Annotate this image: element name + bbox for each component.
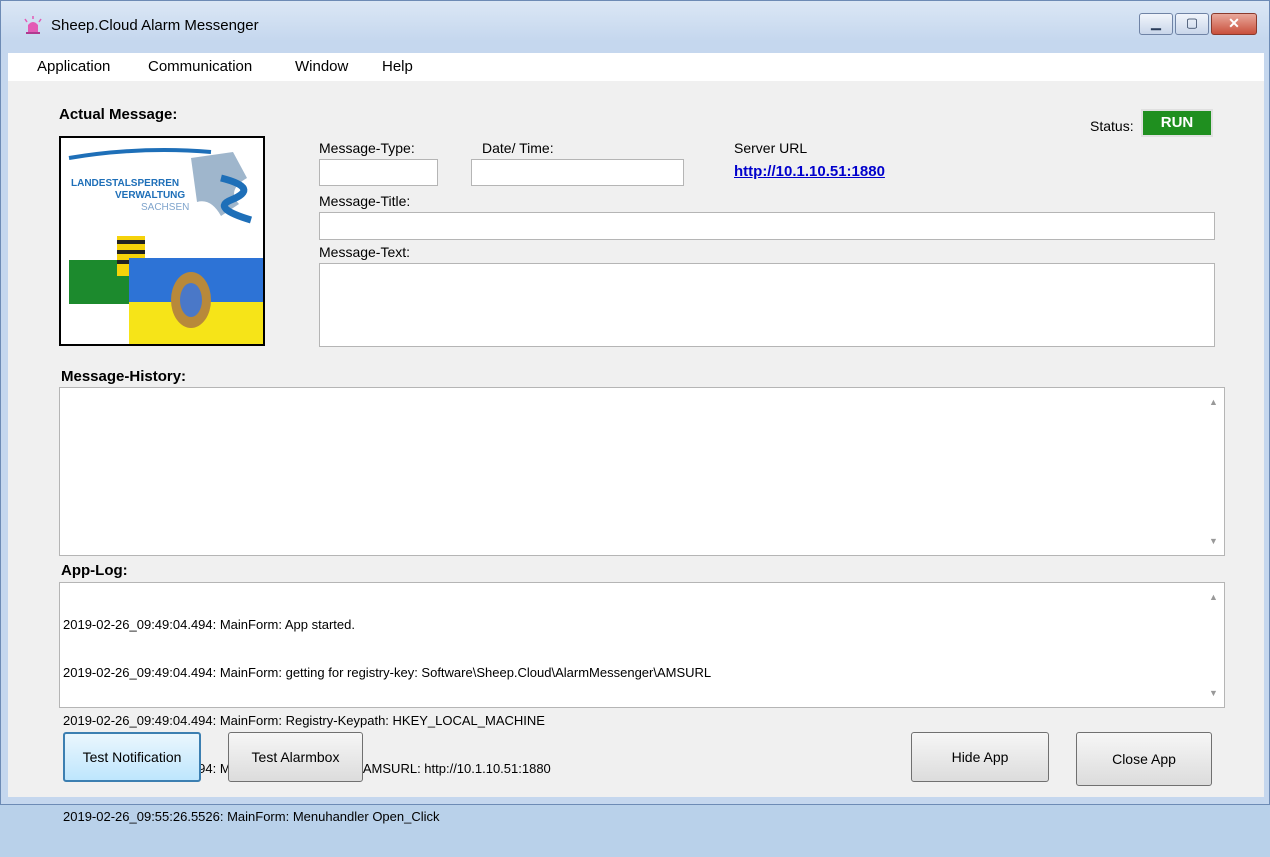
app-window: Sheep.Cloud Alarm Messenger ▁ ▢ ✕ Applic…: [0, 0, 1270, 824]
window-title: Sheep.Cloud Alarm Messenger: [51, 17, 259, 34]
menu-application[interactable]: Application: [37, 58, 110, 75]
close-app-button[interactable]: Close App: [1076, 732, 1212, 786]
logo-text-line2: VERWALTUNG: [115, 190, 186, 201]
siren-icon: [24, 16, 42, 34]
test-notification-button[interactable]: Test Notification: [63, 732, 201, 782]
message-history-box[interactable]: ▲ ▼: [59, 387, 1225, 556]
menu-bar: Application Communication Window Help: [8, 53, 1264, 81]
app-log-lines: 2019-02-26_09:49:04.494: MainForm: App s…: [63, 585, 711, 857]
close-icon: ✕: [1228, 15, 1240, 31]
log-scrollbar[interactable]: ▲ ▼: [1206, 584, 1223, 706]
maximize-icon: ▢: [1185, 15, 1199, 30]
minimize-icon: ▁: [1151, 15, 1161, 30]
main-panel: Actual Message: LANDESTALSPERREN VERWALT…: [8, 81, 1264, 824]
logo-image: [68, 148, 263, 344]
menu-communication[interactable]: Communication: [148, 58, 252, 75]
scroll-down-icon[interactable]: ▼: [1209, 688, 1218, 698]
date-time-field[interactable]: [471, 159, 684, 186]
status-label: Status:: [1090, 118, 1134, 134]
app-log-box[interactable]: 2019-02-26_09:49:04.494: MainForm: App s…: [59, 582, 1225, 824]
title-bar[interactable]: Sheep.Cloud Alarm Messenger ▁ ▢ ✕: [1, 1, 1269, 41]
log-line: 2019-02-26_09:49:04.494: MainForm: getti…: [63, 665, 712, 680]
log-line: 2019-02-26_09:55:26.5526: MainForm: Menu…: [63, 809, 440, 824]
message-type-field[interactable]: [319, 159, 438, 186]
logo-text-line1: LANDESTALSPERREN: [71, 178, 180, 189]
message-title-label: Message-Title:: [319, 193, 411, 209]
app-log-heading: App-Log:: [61, 562, 128, 579]
menu-help[interactable]: Help: [382, 58, 413, 75]
server-url-link[interactable]: http://10.1.10.51:1880: [734, 163, 885, 180]
minimize-button[interactable]: ▁: [1139, 13, 1173, 35]
history-scrollbar[interactable]: ▲ ▼: [1206, 389, 1223, 554]
scroll-up-icon[interactable]: ▲: [1209, 592, 1218, 602]
close-window-button[interactable]: ✕: [1211, 13, 1257, 35]
scroll-down-icon[interactable]: ▼: [1209, 536, 1218, 546]
message-text-field[interactable]: [319, 263, 1215, 347]
menu-window[interactable]: Window: [295, 58, 348, 75]
message-text-label: Message-Text:: [319, 244, 411, 260]
date-time-label: Date/ Time:: [482, 140, 554, 156]
hide-app-button[interactable]: Hide App: [911, 732, 1049, 782]
server-url-label: Server URL: [734, 140, 808, 156]
log-line: 2019-02-26_09:49:04.494: MainForm: Regis…: [63, 713, 545, 728]
message-history-heading: Message-History:: [61, 368, 187, 385]
message-type-label: Message-Type:: [319, 140, 415, 156]
log-line: 2019-02-26_09:49:04.494: MainForm: App s…: [63, 617, 355, 632]
scroll-up-icon[interactable]: ▲: [1209, 397, 1218, 407]
maximize-button[interactable]: ▢: [1175, 13, 1209, 35]
test-alarmbox-button[interactable]: Test Alarmbox: [228, 732, 363, 782]
organization-logo: LANDESTALSPERREN VERWALTUNG SACHSEN: [59, 136, 265, 346]
message-title-field[interactable]: [319, 212, 1215, 240]
actual-message-heading: Actual Message:: [59, 106, 178, 123]
logo-text-line3: SACHSEN: [141, 202, 190, 213]
status-badge: RUN: [1141, 109, 1213, 137]
